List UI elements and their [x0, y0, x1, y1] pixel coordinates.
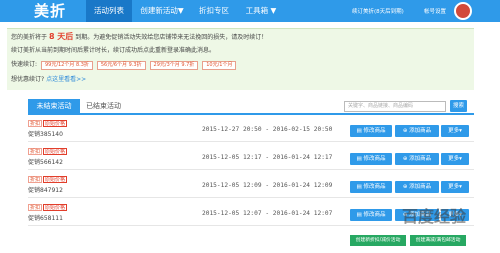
activity-period: 2015-12-05 12:07 - 2016-01-24 12:07	[202, 210, 333, 217]
add-items-button[interactable]: ⊕ 添加商品	[395, 181, 439, 193]
activity-row: 折扣 原始价格 促销566142 2015-12-05 12:17 - 2016…	[28, 145, 474, 170]
days-left: 8 天后	[48, 32, 74, 41]
activity-row: 折扣 原始价格 促销385140 2015-12-27 20:50 - 2016…	[28, 117, 474, 142]
edit-items-button[interactable]: ▤ 修改商品	[350, 125, 392, 137]
renewal-notice: 您的美折将于 8 天后 到期。为避免促销活动失效给您店铺带来无法挽回的损失，请及…	[7, 28, 474, 90]
nav-activity-list[interactable]: 活动列表	[86, 0, 132, 22]
activity-name[interactable]: 促销847912	[28, 185, 63, 194]
account-settings-link[interactable]: 帐号设置	[424, 7, 446, 15]
tag-original-price: 原始价格	[43, 204, 68, 211]
brand-logo[interactable]: 美折	[34, 1, 66, 21]
tag-original-price: 原始价格	[43, 120, 68, 127]
renew-link[interactable]: 续订美折(8天后到期)	[352, 7, 404, 15]
activity-row: 折扣 原始价格 促销847912 2015-12-05 12:09 - 2016…	[28, 173, 474, 198]
create-discount-activity-button[interactable]: 创建新折扣/减价活动	[350, 235, 406, 246]
activity-period: 2015-12-27 20:50 - 2016-02-15 20:50	[202, 126, 333, 133]
tab-active-activities[interactable]: 未结束活动	[28, 99, 80, 114]
baidu-jingyan-watermark: 百度经验	[402, 207, 467, 226]
activity-period: 2015-12-05 12:09 - 2016-01-24 12:09	[202, 182, 333, 189]
tag-discount: 折扣	[28, 176, 43, 183]
activity-period: 2015-12-05 12:17 - 2016-01-24 12:17	[202, 154, 333, 161]
renew-option-6-months[interactable]: 56元/6个月 9.3折	[96, 61, 146, 70]
nav-toolbox[interactable]: 工具箱 ▼	[238, 0, 284, 22]
notice-line-expiry: 您的美折将于 8 天后 到期。为避免促销活动失效给您店铺带来无法挽回的损失，请及…	[11, 32, 268, 42]
top-navigation-bar: 美折 活动列表 创建新活动▼ 折扣专区 工具箱 ▼ 续订美折(8天后到期) 帐号…	[0, 0, 500, 22]
activity-name[interactable]: 促销658111	[28, 213, 63, 222]
renew-option-12-months[interactable]: 99元/12个月 8.3折	[40, 61, 93, 70]
edit-items-button[interactable]: ▤ 修改商品	[350, 181, 392, 193]
tab-ended-activities[interactable]: 已结束活动	[86, 99, 121, 114]
edit-items-button[interactable]: ▤ 修改商品	[350, 209, 392, 221]
more-button[interactable]: 更多▾	[441, 153, 469, 165]
search-input[interactable]: 关键字、商品链接、商品编码	[344, 101, 446, 112]
activity-name[interactable]: 促销566142	[28, 157, 63, 166]
tag-discount: 折扣	[28, 204, 43, 211]
add-items-button[interactable]: ⊕ 添加商品	[395, 153, 439, 165]
renew-option-3-months[interactable]: 29元/3个月 9.7折	[149, 61, 199, 70]
activity-name[interactable]: 促销385140	[28, 129, 63, 138]
notice-line-renew-info: 续订美折从当前到期时间后累计时长，续订成功后点此重新登录准确此消息。	[11, 47, 216, 54]
search-button[interactable]: 搜索	[450, 100, 467, 112]
cheaper-renew-row: 想优惠续订? 点这里看看>>	[11, 76, 87, 83]
edit-items-button[interactable]: ▤ 修改商品	[350, 153, 392, 165]
tag-discount: 折扣	[28, 148, 43, 155]
cheaper-renew-link[interactable]: 点这里看看>>	[46, 76, 86, 83]
quick-renew-row: 快速续订: 99元/12个月 8.3折 56元/6个月 9.3折 29元/3个月…	[11, 61, 237, 70]
tag-discount: 折扣	[28, 120, 43, 127]
nav-create-activity[interactable]: 创建新活动▼	[134, 0, 190, 22]
create-full-reduction-activity-button[interactable]: 创建满减/满包邮活动	[410, 235, 466, 246]
user-avatar[interactable]	[454, 2, 472, 20]
more-button[interactable]: 更多▾	[441, 125, 469, 137]
add-items-button[interactable]: ⊕ 添加商品	[395, 125, 439, 137]
tag-original-price: 原始价格	[43, 176, 68, 183]
nav-discount-zone[interactable]: 折扣专区	[192, 0, 236, 22]
renew-option-1-month[interactable]: 10元/1个月	[202, 61, 237, 70]
tag-original-price: 原始价格	[43, 148, 68, 155]
more-button[interactable]: 更多▾	[441, 181, 469, 193]
